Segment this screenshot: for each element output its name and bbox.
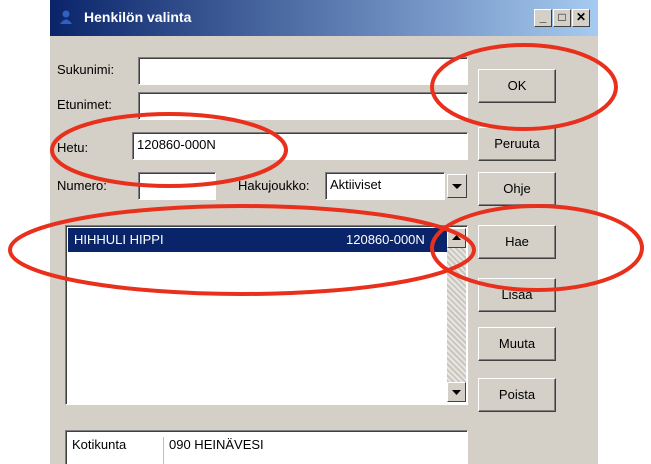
person-results-list[interactable]: HIHHULI HIPPI 120860-000N bbox=[65, 225, 468, 405]
close-button[interactable]: ✕ bbox=[572, 9, 590, 27]
numero-label: Numero: bbox=[57, 178, 107, 193]
kotikunta-value: 090 HEINÄVESI bbox=[163, 437, 264, 464]
etunimet-field[interactable] bbox=[138, 92, 468, 120]
person-details-box: Kotikunta 090 HEINÄVESI bbox=[65, 430, 468, 464]
result-name: HIHHULI HIPPI bbox=[74, 232, 164, 247]
numero-field[interactable] bbox=[138, 172, 216, 200]
kotikunta-label: Kotikunta bbox=[72, 437, 127, 452]
hakujoukko-value: Aktiiviset bbox=[325, 172, 445, 200]
scroll-up-button[interactable] bbox=[447, 228, 466, 248]
hakujoukko-dropdown[interactable]: Aktiiviset bbox=[325, 172, 467, 200]
add-button[interactable]: Lisää bbox=[478, 278, 556, 312]
chevron-down-icon bbox=[452, 184, 462, 189]
sukunimi-field[interactable] bbox=[138, 57, 468, 85]
title-bar[interactable]: Henkilön valinta _ □ ✕ bbox=[50, 0, 598, 36]
hakujoukko-label: Hakujoukko: bbox=[238, 178, 310, 193]
scroll-down-button[interactable] bbox=[447, 382, 466, 402]
cancel-button[interactable]: Peruuta bbox=[478, 127, 556, 161]
maximize-button[interactable]: □ bbox=[553, 9, 571, 27]
result-hetu: 120860-000N bbox=[346, 232, 425, 247]
minimize-button[interactable]: _ bbox=[534, 9, 552, 27]
hetu-field[interactable]: 120860-000N bbox=[132, 132, 468, 160]
ok-button[interactable]: OK bbox=[478, 69, 556, 103]
vertical-scrollbar[interactable] bbox=[447, 228, 466, 402]
result-row-selected[interactable]: HIHHULI HIPPI 120860-000N bbox=[68, 228, 447, 252]
window-title: Henkilön valinta bbox=[84, 9, 192, 25]
etunimet-label: Etunimet: bbox=[57, 97, 112, 112]
arrow-down-icon bbox=[452, 390, 461, 395]
arrow-up-icon bbox=[452, 235, 461, 240]
dropdown-button[interactable] bbox=[447, 174, 467, 198]
person-icon bbox=[60, 10, 72, 24]
help-button[interactable]: Ohje bbox=[478, 172, 556, 206]
hetu-label: Hetu: bbox=[57, 140, 89, 155]
search-button[interactable]: Hae bbox=[478, 225, 556, 259]
edit-button[interactable]: Muuta bbox=[478, 327, 556, 361]
person-selection-dialog: Henkilön valinta _ □ ✕ Sukunimi: Etunime… bbox=[50, 0, 598, 464]
delete-button[interactable]: Poista bbox=[478, 378, 556, 412]
sukunimi-label: Sukunimi: bbox=[57, 62, 115, 77]
